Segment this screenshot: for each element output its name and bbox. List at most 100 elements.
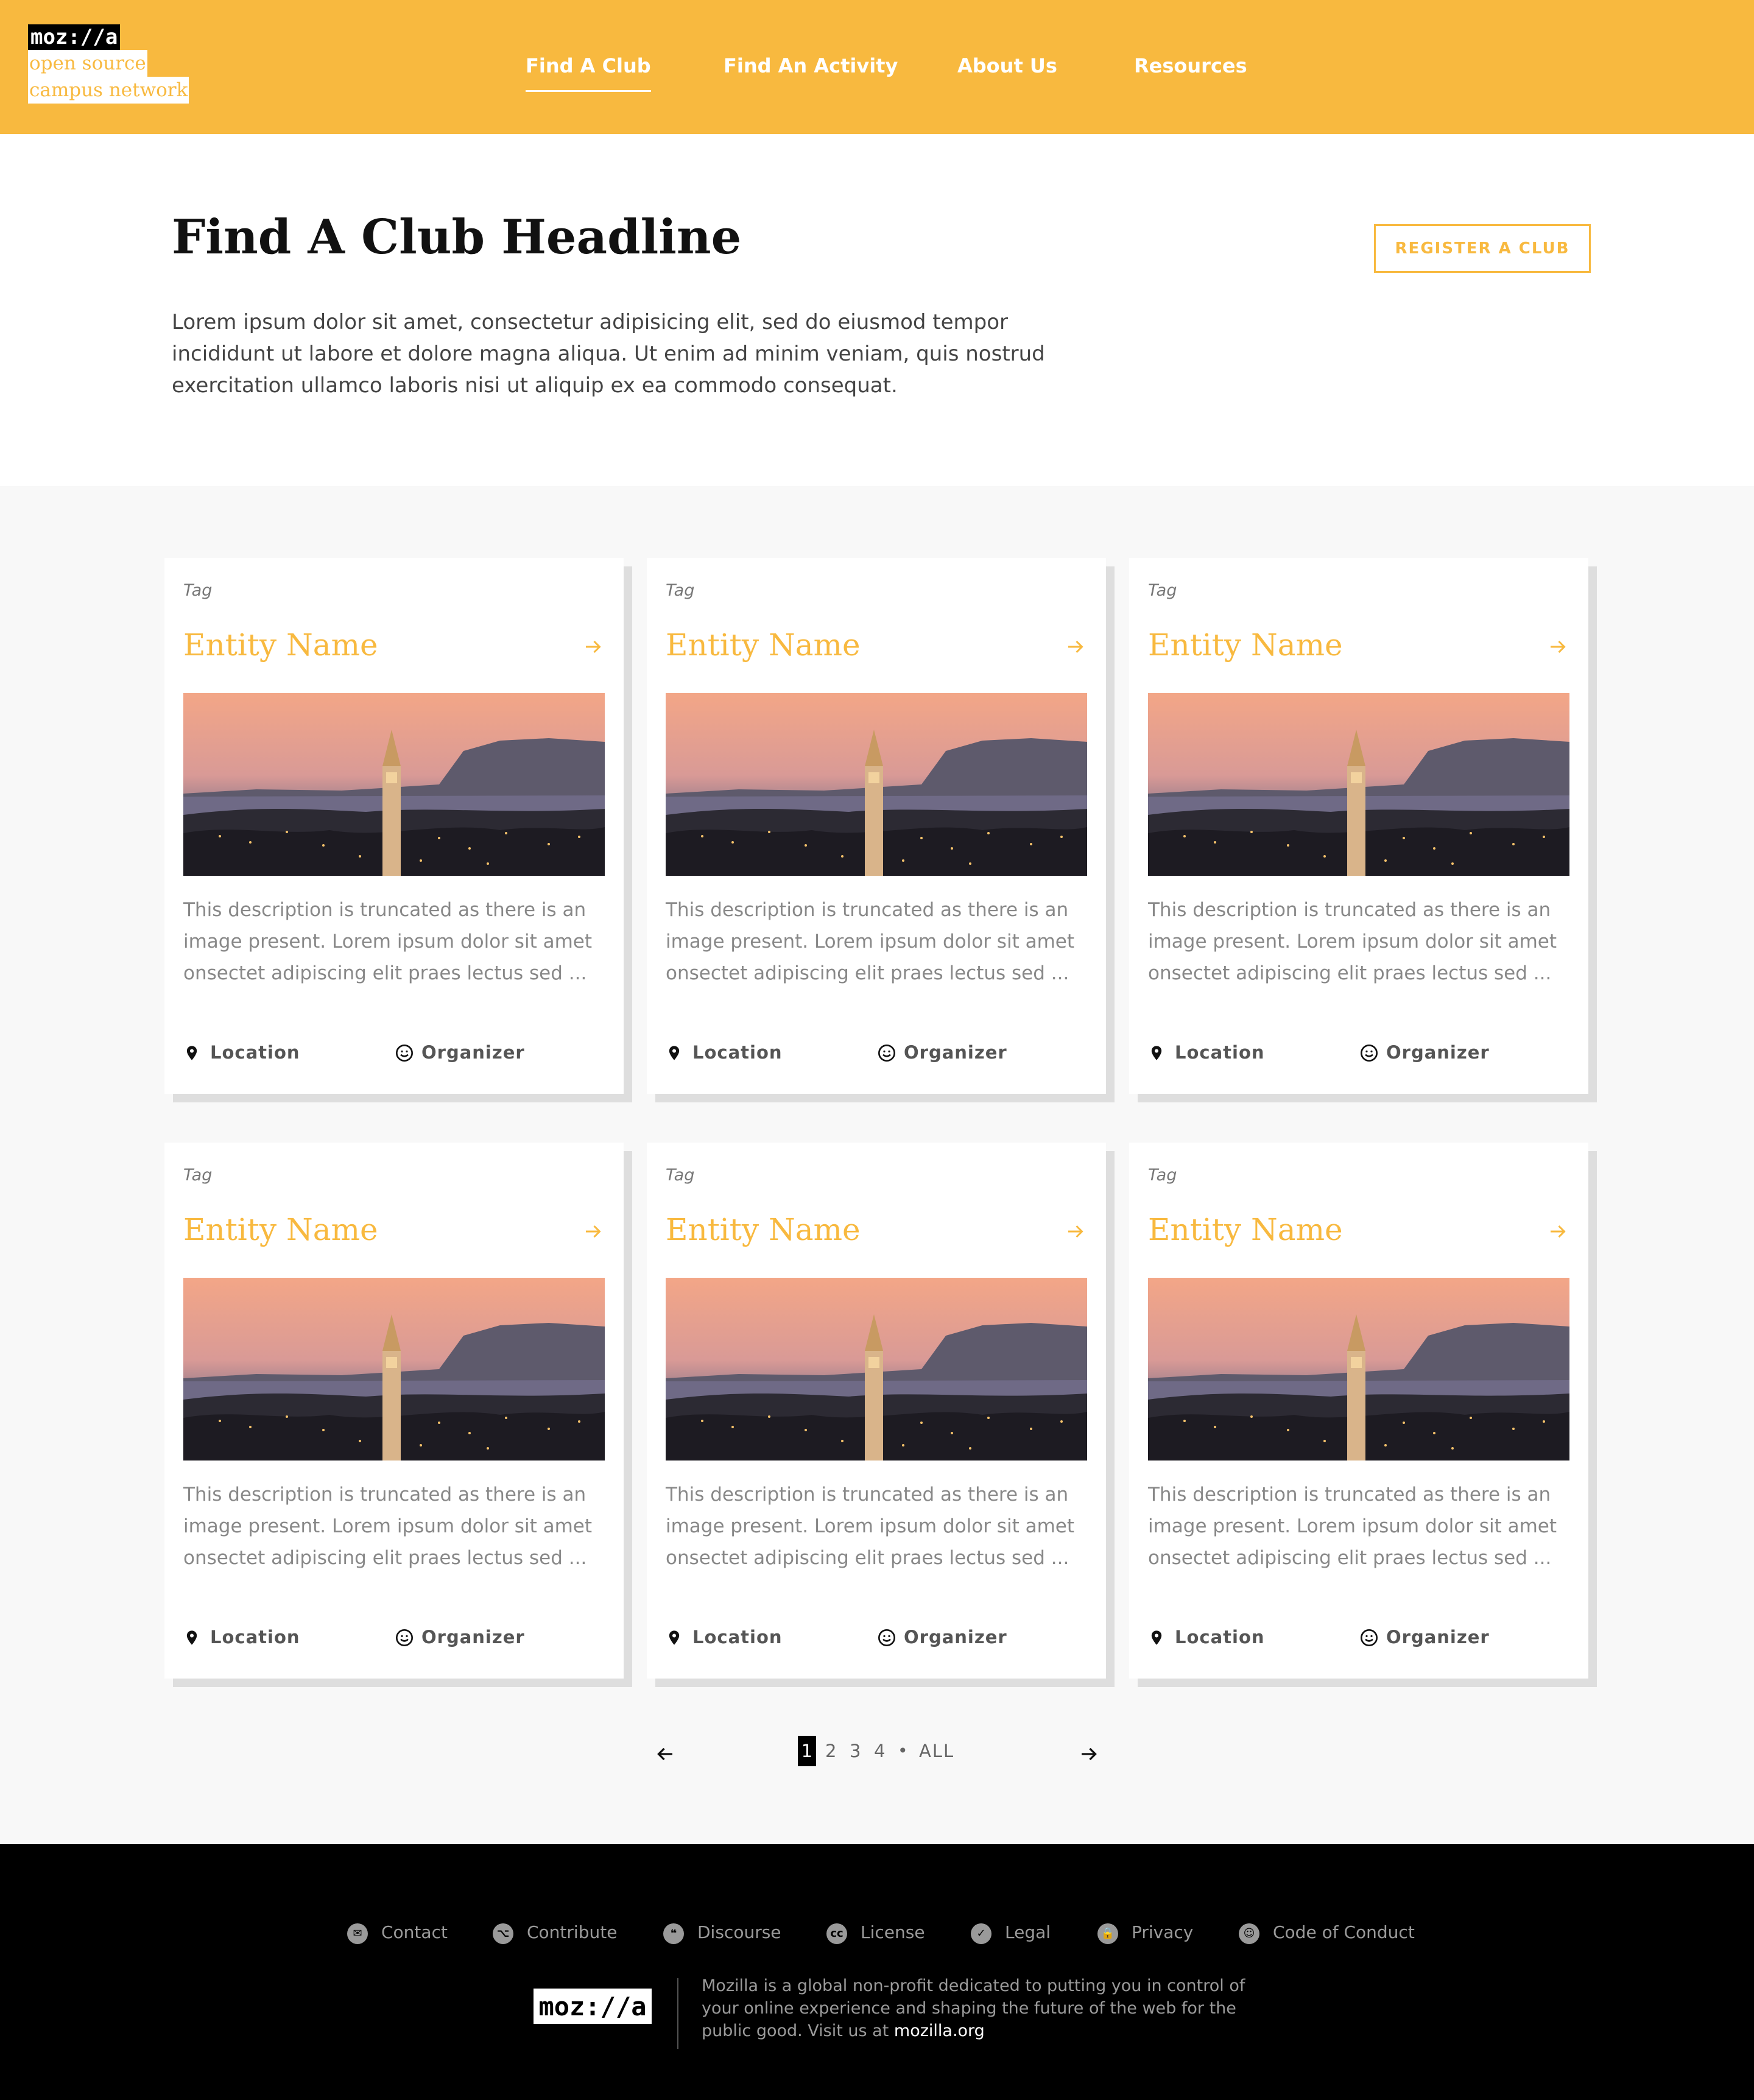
- card-tag: Tag: [666, 1166, 695, 1185]
- smiley-icon: [1361, 1045, 1378, 1062]
- card-description: This description is truncated as there i…: [1148, 899, 1557, 984]
- club-card[interactable]: Tag Entity Name This description is trun…: [1129, 558, 1588, 1094]
- club-cards-section: Tag Entity Name This description is trun…: [0, 486, 1754, 1844]
- card-image: [666, 693, 1087, 876]
- card-title[interactable]: Entity Name: [183, 627, 378, 663]
- footer-link-label: License: [861, 1922, 925, 1942]
- card-organizer-label: Organizer: [421, 1627, 525, 1647]
- footer-link-label: Discourse: [697, 1922, 781, 1942]
- location-pin-icon: [1151, 1046, 1162, 1060]
- footer-link-label: Privacy: [1132, 1922, 1194, 1942]
- club-card[interactable]: Tag Entity Name This description is trun…: [647, 558, 1106, 1094]
- smiley-icon: ☺: [1239, 1923, 1259, 1944]
- arrow-right-icon[interactable]: [1547, 1221, 1569, 1242]
- page-title: Find A Club Headline: [172, 210, 742, 265]
- card-location-label: Location: [210, 1627, 300, 1647]
- club-card[interactable]: Tag Entity Name This description is trun…: [1129, 1143, 1588, 1679]
- mail-icon: ✉: [347, 1923, 368, 1944]
- arrow-left-icon[interactable]: [654, 1743, 676, 1765]
- page-all[interactable]: ALL: [919, 1736, 954, 1766]
- footer-about: Mozilla is a global non-profit dedicated…: [702, 1975, 1250, 2042]
- location-pin-icon: [186, 1630, 197, 1645]
- pagination-separator: •: [898, 1741, 908, 1761]
- card-location-label: Location: [692, 1627, 783, 1647]
- card-tag: Tag: [1148, 1166, 1177, 1185]
- card-title[interactable]: Entity Name: [1148, 1212, 1343, 1247]
- location-pin-icon: [669, 1046, 680, 1060]
- card-organizer-label: Organizer: [1386, 1042, 1490, 1063]
- smiley-icon: [1361, 1629, 1378, 1646]
- card-image: [183, 1278, 605, 1460]
- card-title[interactable]: Entity Name: [666, 627, 861, 663]
- mozilla-wordmark: moz://a: [28, 24, 121, 50]
- card-image: [1148, 1278, 1569, 1460]
- card-tag: Tag: [1148, 581, 1177, 600]
- card-image: [666, 1278, 1087, 1460]
- footer-link-label: Contact: [381, 1922, 448, 1942]
- main-nav: Find A Club Find An Activity About Us Re…: [0, 51, 1754, 92]
- card-organizer-label: Organizer: [904, 1042, 1007, 1063]
- smiley-icon: [878, 1629, 895, 1646]
- arrow-right-icon[interactable]: [1547, 636, 1569, 658]
- page-2[interactable]: 2: [825, 1736, 836, 1766]
- card-location-label: Location: [1175, 1627, 1265, 1647]
- arrow-right-icon[interactable]: [582, 1221, 604, 1242]
- hero-section: Find A Club Headline Lorem ipsum dolor s…: [0, 134, 1754, 486]
- arrow-right-icon[interactable]: [1078, 1743, 1100, 1765]
- check-icon: ✓: [971, 1923, 991, 1944]
- card-description: This description is truncated as there i…: [183, 1484, 592, 1569]
- card-organizer-label: Organizer: [421, 1042, 525, 1063]
- card-location-label: Location: [210, 1042, 300, 1063]
- card-title[interactable]: Entity Name: [666, 1212, 861, 1247]
- card-description: This description is truncated as there i…: [1148, 1484, 1557, 1569]
- card-location-label: Location: [1175, 1042, 1265, 1063]
- nav-item-about-us[interactable]: About Us: [957, 51, 1057, 80]
- footer-link-label: Contribute: [527, 1922, 618, 1942]
- footer-link-label: Code of Conduct: [1273, 1922, 1415, 1942]
- footer-mozilla-logo[interactable]: moz://a: [534, 1989, 652, 2024]
- card-description: This description is truncated as there i…: [666, 899, 1074, 984]
- card-title[interactable]: Entity Name: [1148, 627, 1343, 663]
- card-tag: Tag: [183, 1166, 213, 1185]
- github-icon: ⌥: [493, 1923, 513, 1944]
- page-1[interactable]: 1: [798, 1736, 816, 1766]
- pagination: 1 2 3 4 • ALL: [0, 1736, 1754, 1772]
- arrow-right-icon[interactable]: [1065, 636, 1087, 658]
- location-pin-icon: [669, 1630, 680, 1645]
- nav-item-find-an-activity[interactable]: Find An Activity: [724, 51, 898, 80]
- footer-divider: [677, 1978, 678, 2049]
- smiley-icon: [396, 1045, 413, 1062]
- card-location-label: Location: [692, 1042, 783, 1063]
- page-description: Lorem ipsum dolor sit amet, consectetur …: [172, 310, 1045, 398]
- discourse-icon: ❝: [663, 1923, 684, 1944]
- lock-icon: 🔒: [1097, 1923, 1118, 1944]
- footer-mozilla-link[interactable]: mozilla.org: [894, 2021, 985, 2040]
- card-tag: Tag: [666, 581, 695, 600]
- site-header: moz://a open source campus network Find …: [0, 0, 1754, 134]
- card-tag: Tag: [183, 581, 213, 600]
- smiley-icon: [878, 1045, 895, 1062]
- nav-item-resources[interactable]: Resources: [1134, 51, 1247, 80]
- site-footer: ✉ Contact ⌥ Contribute ❝ Discourse cc Li…: [0, 1844, 1754, 2100]
- smiley-icon: [396, 1629, 413, 1646]
- register-club-button[interactable]: REGISTER A CLUB: [1374, 224, 1591, 273]
- footer-link-label: Legal: [1005, 1922, 1051, 1942]
- card-organizer-label: Organizer: [1386, 1627, 1490, 1647]
- location-pin-icon: [1151, 1630, 1162, 1645]
- arrow-right-icon[interactable]: [1065, 1221, 1087, 1242]
- card-organizer-label: Organizer: [904, 1627, 1007, 1647]
- club-card[interactable]: Tag Entity Name This description is trun…: [164, 1143, 624, 1679]
- page-4[interactable]: 4: [874, 1736, 885, 1766]
- nav-item-find-a-club[interactable]: Find A Club: [526, 51, 651, 92]
- card-description: This description is truncated as there i…: [666, 1484, 1074, 1569]
- card-title[interactable]: Entity Name: [183, 1212, 378, 1247]
- location-pin-icon: [186, 1046, 197, 1060]
- arrow-right-icon[interactable]: [582, 636, 604, 658]
- card-image: [183, 693, 605, 876]
- club-card[interactable]: Tag Entity Name This description is trun…: [647, 1143, 1106, 1679]
- page-3[interactable]: 3: [850, 1736, 861, 1766]
- card-description: This description is truncated as there i…: [183, 899, 592, 984]
- club-card[interactable]: Tag Entity Name This description is trun…: [164, 558, 624, 1094]
- card-image: [1148, 693, 1569, 876]
- creative-commons-icon: cc: [826, 1923, 847, 1944]
